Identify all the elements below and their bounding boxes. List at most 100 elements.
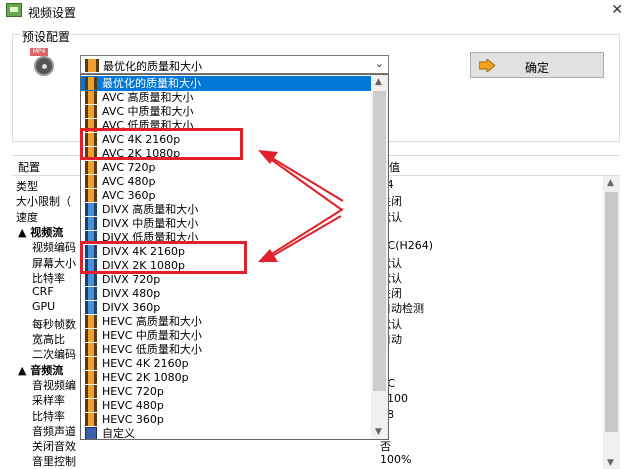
- preset-option[interactable]: HEVC 720p: [81, 384, 373, 399]
- divx-icon: [85, 217, 97, 230]
- preset-option[interactable]: DIVX 中质量和大小: [81, 216, 373, 231]
- preset-option-label: HEVC 低质量和大小: [102, 343, 202, 356]
- preset-option[interactable]: HEVC 高质量和大小: [81, 314, 373, 329]
- preset-option[interactable]: AVC 720p: [81, 160, 373, 175]
- preset-option-label: HEVC 2K 1080p: [102, 371, 189, 384]
- mp4-format-icon: MP4: [30, 48, 56, 78]
- preset-option-label: 自定义: [102, 427, 135, 440]
- film-icon: [85, 385, 97, 398]
- title-bar: 视频设置 ✕: [0, 0, 631, 22]
- film-icon: [85, 315, 97, 328]
- preset-option-label: AVC 中质量和大小: [102, 105, 194, 118]
- preset-selected-value: 最优化的质量和大小: [103, 60, 202, 73]
- preset-option-label: HEVC 4K 2160p: [102, 357, 189, 370]
- grid-row-key: 音频声道: [32, 424, 76, 438]
- film-icon: [85, 105, 97, 118]
- divx-icon: [85, 273, 97, 286]
- preset-option[interactable]: AVC 360p: [81, 188, 373, 203]
- preset-option-label: DIVX 720p: [102, 273, 161, 286]
- grid-row-key: 每秒帧数: [32, 317, 76, 331]
- preset-option[interactable]: AVC 高质量和大小: [81, 90, 373, 105]
- ok-button[interactable]: 确定: [470, 52, 604, 78]
- grid-row-key: 音里控制: [32, 455, 76, 469]
- film-icon: [85, 77, 97, 90]
- preset-option[interactable]: DIVX 720p: [81, 272, 373, 287]
- preset-option-label: AVC 高质量和大小: [102, 91, 194, 104]
- preset-option[interactable]: HEVC 低质量和大小: [81, 342, 373, 357]
- divx-icon: [85, 287, 97, 300]
- preset-option[interactable]: HEVC 480p: [81, 398, 373, 413]
- film-icon: [85, 189, 97, 202]
- preset-group-label: 预设配置: [20, 28, 73, 45]
- preset-option[interactable]: AVC 480p: [81, 174, 373, 189]
- preset-option[interactable]: HEVC 中质量和大小: [81, 328, 373, 343]
- film-icon: [85, 343, 97, 356]
- film-icon: [85, 329, 97, 342]
- preset-option-label: 最优化的质量和大小: [102, 77, 201, 90]
- preset-option-label: AVC 720p: [102, 161, 156, 174]
- grid-row-value: 否: [380, 440, 391, 454]
- film-icon: [85, 371, 97, 384]
- grid-row-key: 宽高比: [32, 333, 65, 346]
- film-icon: [85, 399, 97, 412]
- chevron-down-icon[interactable]: ⌄: [375, 57, 384, 70]
- film-icon: [85, 59, 99, 75]
- grid-scrollbar[interactable]: ▲ ▼: [603, 176, 620, 469]
- dropdown-scrollbar[interactable]: ▲ ▼: [371, 75, 388, 439]
- preset-option[interactable]: 最优化的质量和大小: [81, 76, 373, 91]
- column-header-key[interactable]: 配置: [18, 159, 40, 175]
- film-icon: [85, 357, 97, 370]
- preset-option[interactable]: AVC 中质量和大小: [81, 104, 373, 119]
- divx-icon: [85, 301, 97, 314]
- highlight-box-avc: [80, 128, 243, 160]
- preset-option-label: DIVX 480p: [102, 287, 161, 300]
- grid-row-key: 视频编码: [32, 241, 76, 255]
- preset-option-label: AVC 480p: [102, 175, 156, 188]
- highlight-box-divx: [80, 241, 247, 274]
- preset-option-label: HEVC 480p: [102, 399, 164, 412]
- preset-option[interactable]: 自定义: [81, 426, 373, 440]
- grid-row-key: ▲ 音频流: [18, 363, 64, 377]
- preset-option[interactable]: DIVX 360p: [81, 300, 373, 315]
- grid-row-key: ▲ 视频流: [18, 225, 64, 239]
- custom-icon: [85, 427, 97, 439]
- preset-option-label: DIVX 中质量和大小: [102, 217, 199, 230]
- grid-row-key: 大小限制（: [16, 195, 71, 209]
- preset-option-label: AVC 360p: [102, 189, 156, 202]
- preset-option-label: HEVC 360p: [102, 413, 164, 426]
- grid-row-key: 关闭音效: [32, 440, 76, 454]
- close-icon[interactable]: ✕: [611, 2, 623, 18]
- app-icon: [6, 3, 22, 17]
- preset-option[interactable]: HEVC 360p: [81, 412, 373, 427]
- grid-row-key: GPU: [32, 300, 56, 314]
- grid-row[interactable]: 关闭音效 否: [12, 438, 602, 453]
- preset-option-label: DIVX 高质量和大小: [102, 203, 199, 216]
- grid-row-key: 采样率: [32, 394, 65, 408]
- preset-option-label: HEVC 720p: [102, 385, 164, 398]
- grid-row[interactable]: 音里控制 100%: [12, 453, 602, 468]
- grid-row-value: 100%: [380, 453, 412, 467]
- film-icon: [85, 91, 97, 104]
- window-title: 视频设置: [28, 6, 77, 20]
- preset-option[interactable]: HEVC 4K 2160p: [81, 356, 373, 371]
- divx-icon: [85, 203, 97, 216]
- grid-row-key: 类型: [16, 180, 38, 193]
- grid-row-key: 屏幕大小: [32, 256, 76, 270]
- preset-option-label: HEVC 中质量和大小: [102, 329, 202, 342]
- ok-button-label: 确定: [524, 61, 549, 75]
- grid-row-key: 比特率: [32, 271, 65, 285]
- film-icon: [85, 413, 97, 426]
- film-icon: [85, 161, 97, 174]
- preset-option-label: HEVC 高质量和大小: [102, 315, 202, 328]
- grid-row-key: 音视频编: [32, 378, 76, 392]
- grid-row-key: CRF: [32, 285, 54, 299]
- preset-option[interactable]: HEVC 2K 1080p: [81, 370, 373, 385]
- grid-row-key: 比特率: [32, 409, 65, 423]
- preset-combobox[interactable]: 最优化的质量和大小 ⌄: [80, 55, 389, 74]
- preset-option[interactable]: DIVX 480p: [81, 286, 373, 301]
- grid-row-key: 速度: [16, 210, 38, 224]
- preset-option[interactable]: DIVX 高质量和大小: [81, 202, 373, 217]
- grid-row-key: 二次编码: [32, 348, 76, 362]
- film-icon: [85, 175, 97, 188]
- preset-option-label: DIVX 360p: [102, 301, 161, 314]
